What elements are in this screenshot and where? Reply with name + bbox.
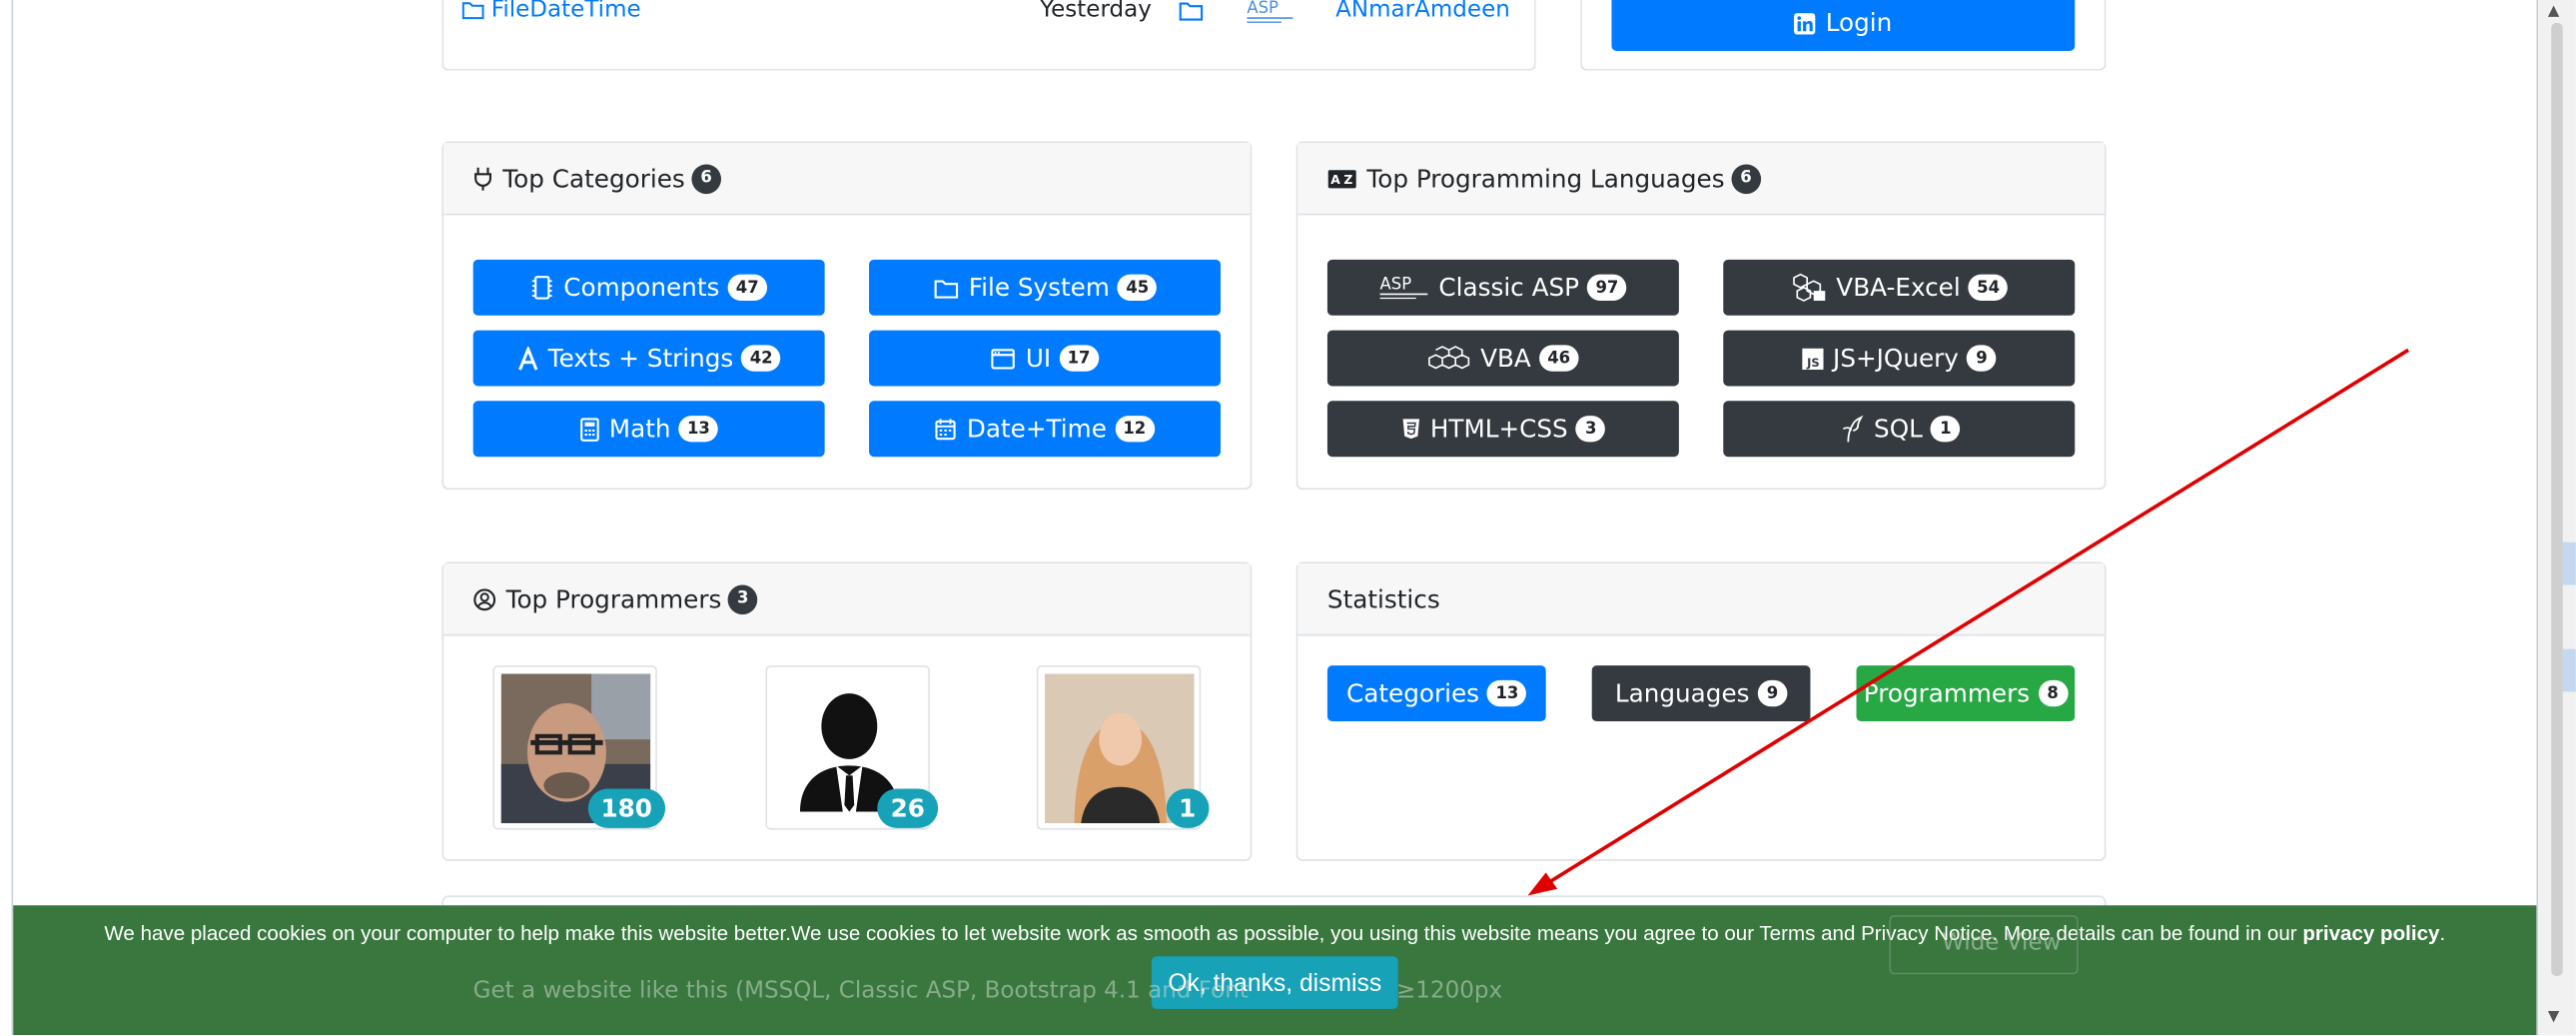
annotation-arrow-icon [1527,348,2410,896]
browser-page: FileDateTime Yesterday ASP ANmarAmdeen L… [0,0,2576,1036]
